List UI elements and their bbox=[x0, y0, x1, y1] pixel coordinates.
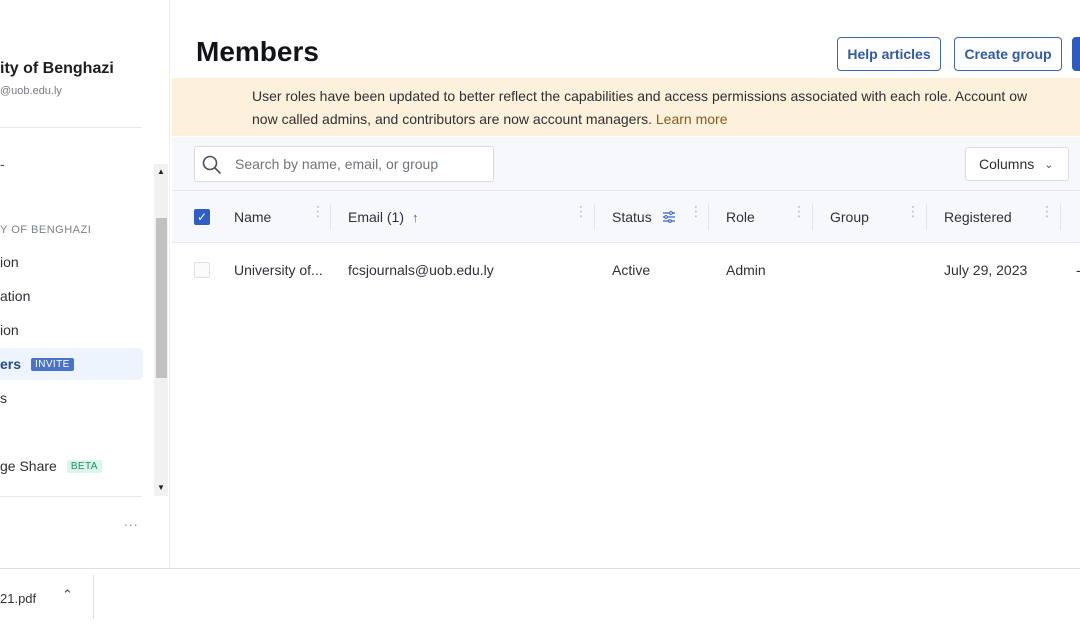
sidebar-scrollbar[interactable]: ▲ ▼ bbox=[154, 164, 168, 496]
create-group-button[interactable]: Create group bbox=[954, 37, 1062, 71]
select-all-checkbox[interactable]: ✓ bbox=[194, 209, 210, 225]
sort-ascending-icon[interactable]: ↑ bbox=[412, 210, 419, 225]
cell-email: fcsjournals@uob.edu.ly bbox=[348, 262, 494, 278]
column-header-label: Name bbox=[234, 209, 272, 225]
cell-role: Admin bbox=[726, 262, 766, 278]
roles-update-banner: User roles have been updated to better r… bbox=[172, 78, 1080, 136]
row-select-checkbox[interactable] bbox=[194, 262, 210, 278]
sidebar-divider-bottom bbox=[0, 496, 142, 497]
column-header-role[interactable]: Role bbox=[726, 191, 755, 243]
help-articles-button[interactable]: Help articles bbox=[837, 37, 941, 71]
sidebar-item-dash[interactable]: - bbox=[0, 156, 5, 172]
sidebar: ity of Benghazi @uob.edu.ly - Y OF BENGH… bbox=[0, 0, 170, 568]
sidebar-item-1[interactable]: ion bbox=[0, 246, 143, 278]
primary-action-button[interactable] bbox=[1072, 37, 1080, 71]
scrollbar-thumb[interactable] bbox=[156, 218, 167, 378]
cell-name[interactable]: University of... bbox=[234, 244, 323, 296]
table-toolbar: Columns ⌄ bbox=[172, 137, 1080, 191]
column-menu-icon[interactable]: ⋮ bbox=[689, 204, 703, 218]
column-header-registered[interactable]: Registered bbox=[944, 191, 1012, 243]
invite-badge[interactable]: INVITE bbox=[31, 357, 74, 371]
scroll-down-arrow-icon[interactable]: ▼ bbox=[154, 480, 168, 496]
search-icon bbox=[202, 155, 221, 174]
more-options-icon[interactable]: ∙∙∙ bbox=[124, 516, 139, 532]
filter-icon[interactable] bbox=[662, 211, 676, 223]
org-email: @uob.edu.ly bbox=[0, 85, 62, 97]
page-title: Members bbox=[196, 36, 319, 67]
table-header: ✓ Name ⋮ Email (1) ↑ ⋮ Status ⋮ Role ⋮ G… bbox=[172, 191, 1080, 243]
column-header-email[interactable]: Email (1) ↑ bbox=[348, 191, 419, 243]
sidebar-item-label: s bbox=[0, 390, 7, 406]
search-input[interactable] bbox=[235, 147, 490, 181]
org-name: ity of Benghazi bbox=[0, 60, 114, 77]
banner-line-2-text: now called admins, and contributors are … bbox=[252, 111, 656, 127]
sidebar-item-label: ion bbox=[0, 322, 19, 338]
column-header-label: Role bbox=[726, 209, 755, 225]
banner-line-1: User roles have been updated to better r… bbox=[252, 88, 1028, 104]
table-row[interactable]: University of... fcsjournals@uob.edu.ly … bbox=[172, 244, 1080, 296]
banner-text: User roles have been updated to better r… bbox=[252, 85, 1080, 131]
learn-more-link[interactable]: Learn more bbox=[656, 111, 728, 127]
column-header-label: Email (1) bbox=[348, 209, 405, 225]
sidebar-item-label: ers bbox=[0, 356, 22, 372]
cell-status: Active bbox=[612, 262, 651, 278]
cell-extra: - bbox=[1076, 244, 1080, 296]
sidebar-item-members[interactable]: ers INVITE bbox=[0, 348, 143, 380]
sidebar-item-label: ge Share bbox=[0, 458, 57, 474]
columns-dropdown[interactable]: Columns ⌄ bbox=[965, 147, 1069, 181]
column-header-label: Group bbox=[830, 209, 869, 225]
column-divider[interactable] bbox=[594, 204, 595, 230]
column-header-label: Status bbox=[612, 209, 652, 225]
sidebar-item-2[interactable]: ation bbox=[0, 280, 143, 312]
banner-line-2: now called admins, and contributors are … bbox=[252, 108, 1080, 131]
columns-label: Columns bbox=[979, 156, 1035, 172]
sidebar-divider bbox=[0, 127, 142, 128]
column-header-name[interactable]: Name bbox=[234, 191, 271, 243]
sidebar-item-5[interactable]: s bbox=[0, 382, 143, 414]
column-header-group[interactable]: Group bbox=[830, 191, 869, 243]
chevron-down-icon: ⌄ bbox=[1044, 158, 1054, 171]
sidebar-item-label: ion bbox=[0, 254, 19, 270]
sidebar-item-label: ation bbox=[0, 288, 31, 304]
column-header-label: Registered bbox=[944, 209, 1012, 225]
download-file-name[interactable]: 21.pdf bbox=[0, 591, 36, 606]
downloads-bar: 21.pdf ⌃ bbox=[0, 568, 1080, 625]
column-divider[interactable] bbox=[330, 204, 331, 230]
cell-registered: July 29, 2023 bbox=[944, 262, 1028, 278]
chevron-up-icon[interactable]: ⌃ bbox=[62, 587, 73, 603]
column-menu-icon[interactable]: ⋮ bbox=[311, 204, 325, 218]
search-box[interactable] bbox=[194, 146, 494, 182]
column-divider[interactable] bbox=[1060, 204, 1061, 230]
column-divider[interactable] bbox=[926, 204, 927, 230]
column-menu-icon[interactable]: ⋮ bbox=[906, 204, 920, 218]
column-divider[interactable] bbox=[708, 204, 709, 230]
sidebar-section-label: Y OF BENGHAZI bbox=[0, 224, 92, 236]
column-divider[interactable] bbox=[812, 204, 813, 230]
downloads-divider bbox=[93, 575, 94, 619]
column-menu-icon[interactable]: ⋮ bbox=[574, 204, 588, 218]
column-header-status[interactable]: Status bbox=[612, 191, 676, 243]
column-menu-icon[interactable]: ⋮ bbox=[1040, 204, 1054, 218]
scroll-up-arrow-icon[interactable]: ▲ bbox=[154, 164, 168, 180]
sidebar-item-3[interactable]: ion bbox=[0, 314, 143, 346]
beta-badge: BETA bbox=[66, 459, 102, 473]
column-menu-icon[interactable]: ⋮ bbox=[792, 204, 806, 218]
sidebar-item-share[interactable]: ge Share BETA bbox=[0, 450, 143, 482]
